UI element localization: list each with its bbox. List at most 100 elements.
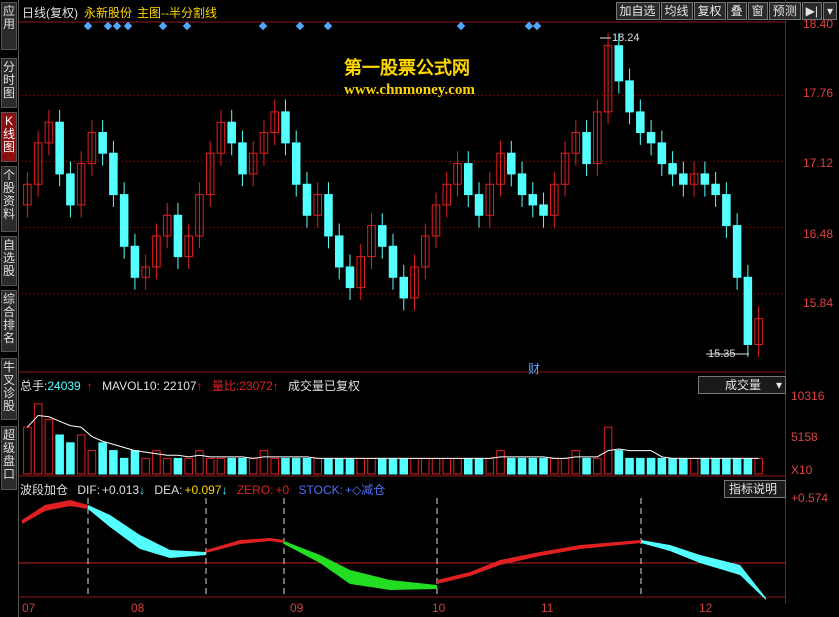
volume-bar bbox=[205, 457, 215, 475]
candle-body bbox=[345, 266, 355, 289]
volume-bar bbox=[23, 426, 32, 475]
candle-body bbox=[377, 225, 387, 247]
dif-band-down bbox=[88, 505, 206, 558]
month-label-08: 08 bbox=[131, 601, 145, 615]
candle-body bbox=[700, 173, 710, 185]
candle-body bbox=[743, 276, 753, 345]
mavol-value: 22107 bbox=[163, 379, 197, 393]
dea-label: DEA: bbox=[154, 483, 183, 497]
volume-bar bbox=[109, 450, 118, 475]
volume-bar bbox=[593, 457, 602, 475]
volume-bar bbox=[711, 457, 720, 475]
month-label-10: 10 bbox=[432, 601, 446, 615]
candle-body bbox=[636, 111, 645, 134]
down-arrow-icon: ↑ bbox=[86, 379, 93, 393]
volume-bar bbox=[496, 450, 505, 475]
volume-bar bbox=[646, 457, 656, 475]
volume-bar bbox=[517, 457, 527, 475]
signal-diamond bbox=[112, 21, 122, 31]
volume-bar bbox=[324, 457, 333, 475]
volume-unit: X10 bbox=[791, 463, 813, 477]
candle-body bbox=[679, 173, 688, 185]
signal-diamonds bbox=[83, 21, 542, 31]
candle-body bbox=[109, 152, 118, 196]
volume-bar bbox=[700, 457, 710, 475]
signal-diamond bbox=[258, 21, 268, 31]
volume-bar bbox=[485, 457, 495, 475]
signal-diamond bbox=[532, 21, 542, 31]
volume-bar bbox=[44, 418, 54, 475]
volume-bar bbox=[302, 457, 312, 475]
indicator-info-row: 波段加仓 DIF: +0.013↓ DEA: +0.097↓ ZERO: +0 STO… bbox=[20, 481, 391, 498]
month-label-11: 11 bbox=[541, 601, 554, 615]
down-arrow-icon: ↓ bbox=[139, 483, 146, 497]
up-arrow-icon: ↑ bbox=[272, 379, 279, 393]
volume-bar bbox=[679, 457, 688, 475]
candle-body bbox=[464, 163, 473, 196]
volume-info-row: 总手:24039 ↑ MAVOL10: 22107↑ 量比:23072↑ 成交量已… bbox=[20, 377, 366, 394]
candle-body bbox=[582, 132, 591, 165]
volume-ratio-value: 23072 bbox=[239, 379, 273, 393]
candle-body bbox=[474, 194, 484, 216]
candle-body bbox=[281, 111, 290, 144]
dea-value: +0.097 bbox=[184, 483, 222, 497]
volume-bar bbox=[399, 457, 409, 475]
volume-bar bbox=[367, 457, 376, 475]
volume-bar bbox=[507, 457, 516, 475]
dif-band-up bbox=[437, 540, 641, 584]
signal-diamond bbox=[83, 21, 93, 31]
month-label-12: 12 bbox=[699, 601, 713, 615]
volume-bar bbox=[442, 457, 452, 475]
volume-ratio-label: 量比: bbox=[211, 379, 240, 393]
price-label-5: 15.84 bbox=[802, 296, 833, 310]
total-volume-value: 24039 bbox=[47, 379, 81, 393]
volume-bar bbox=[550, 457, 559, 475]
volume-axis-max: 10316 bbox=[791, 389, 825, 403]
volume-bar bbox=[173, 457, 183, 475]
candle-body bbox=[399, 276, 409, 299]
dif-band-down bbox=[641, 540, 766, 600]
zero-label: ZERO: bbox=[236, 483, 274, 497]
volume-bar bbox=[76, 434, 86, 475]
volume-indicator-dropdown[interactable]: 成交量 ▾ bbox=[698, 376, 786, 394]
dif-band-green bbox=[284, 541, 437, 590]
candle-body bbox=[646, 132, 656, 144]
signal-diamond bbox=[123, 21, 133, 31]
candle-body bbox=[227, 121, 236, 144]
price-label-2: 17.76 bbox=[802, 86, 833, 100]
signal-diamond bbox=[456, 21, 466, 31]
watermark-title: 第一股票公式网 bbox=[344, 58, 470, 78]
volume-bar bbox=[334, 457, 344, 475]
candle-body bbox=[614, 45, 624, 82]
indicator-name: 波段加仓 bbox=[20, 483, 69, 497]
candle-body bbox=[238, 142, 247, 175]
volume-bar bbox=[625, 457, 634, 475]
signal-diamond bbox=[182, 21, 192, 31]
month-label-07: 07 bbox=[22, 601, 36, 615]
stock-value: +◇减仓 bbox=[345, 483, 386, 497]
volume-bar bbox=[657, 457, 667, 475]
candle-body bbox=[55, 121, 64, 175]
candle-body bbox=[334, 235, 344, 268]
finance-mark[interactable]: 财 bbox=[528, 360, 540, 377]
signal-diamond bbox=[158, 21, 168, 31]
volume-bar bbox=[388, 457, 398, 475]
down-arrow-icon: ↓ bbox=[221, 483, 228, 497]
price-label-3: 17.12 bbox=[802, 156, 833, 170]
candle-body bbox=[291, 142, 301, 185]
chevron-down-icon: ▾ bbox=[775, 378, 782, 392]
candle-body bbox=[507, 152, 516, 175]
volume-bar bbox=[195, 450, 204, 475]
volume-bar bbox=[259, 450, 269, 475]
price-label-1: 18.40 bbox=[802, 17, 833, 31]
candle-body bbox=[324, 194, 333, 237]
dif-band-up bbox=[22, 500, 88, 524]
volume-bar bbox=[571, 450, 581, 475]
volume-dropdown-label: 成交量 bbox=[725, 378, 762, 392]
volume-bar bbox=[119, 457, 129, 475]
indicator-help-button[interactable]: 指标说明 bbox=[724, 480, 786, 498]
candle-body bbox=[130, 245, 140, 278]
signal-diamond bbox=[103, 21, 113, 31]
volume-bar bbox=[227, 457, 236, 475]
volume-bar bbox=[141, 457, 150, 475]
